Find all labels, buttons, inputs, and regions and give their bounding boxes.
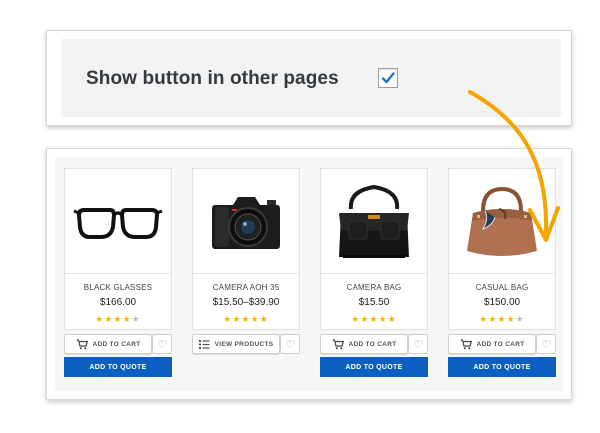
star-icon: ★ — [122, 314, 132, 324]
star-icon: ★ — [387, 314, 397, 324]
product-name[interactable]: CAMERA BAG — [321, 283, 427, 292]
product-image[interactable] — [193, 169, 299, 273]
star-icon: ★ — [259, 314, 269, 324]
add-to-quote-button[interactable]: ADD TO QUOTE — [64, 357, 172, 377]
checkmark-icon — [381, 72, 395, 84]
handbag-icon — [467, 186, 537, 256]
heart-icon: ♡ — [413, 338, 423, 351]
product-name[interactable]: CASUAL BAG — [449, 283, 555, 292]
star-empty-icon: ★ — [131, 314, 141, 324]
card-divider — [449, 273, 555, 274]
star-icon: ★ — [506, 314, 516, 324]
camera-bag-icon — [339, 184, 409, 258]
wishlist-button[interactable]: ♡ — [280, 334, 300, 354]
card-divider — [193, 273, 299, 274]
star-icon: ★ — [95, 314, 105, 324]
card-divider — [321, 273, 427, 274]
button-label: ADD TO CART — [92, 340, 141, 348]
wishlist-button[interactable]: ♡ — [408, 334, 428, 354]
add-to-cart-button[interactable]: ADD TO CART — [64, 334, 152, 354]
glasses-icon — [73, 208, 163, 239]
star-icon: ★ — [250, 314, 260, 324]
wishlist-button[interactable]: ♡ — [152, 334, 172, 354]
button-label: ADD TO CART — [476, 340, 525, 348]
star-icon: ★ — [223, 314, 233, 324]
star-icon: ★ — [351, 314, 361, 324]
list-icon — [198, 339, 210, 349]
star-icon: ★ — [479, 314, 489, 324]
product-card[interactable]: CAMERA BAG $15.50 ★★★★★ — [320, 168, 428, 330]
product-price: $166.00 — [99, 297, 137, 308]
rating-stars: ★★★★★ — [65, 314, 171, 325]
button-label: ADD TO CART — [348, 340, 397, 348]
product-image[interactable] — [65, 169, 171, 273]
rating-stars: ★★★★★ — [449, 314, 555, 325]
star-icon: ★ — [497, 314, 507, 324]
rating-stars: ★★★★★ — [321, 314, 427, 325]
heart-icon: ♡ — [285, 338, 295, 351]
product-name[interactable]: BLACK GLASSES — [65, 283, 171, 292]
camera-icon — [212, 197, 280, 249]
heart-icon: ♡ — [541, 338, 551, 351]
add-to-quote-button[interactable]: ADD TO QUOTE — [448, 357, 556, 377]
button-label: VIEW PRODUCTS — [214, 340, 274, 348]
cart-icon — [332, 338, 344, 349]
product-card[interactable]: CAMERA AOH 35 $15.50–$39.90 ★★★★★ — [192, 168, 300, 330]
product-card[interactable]: CASUAL BAG $150.00 ★★★★★ — [448, 168, 556, 330]
heart-icon: ♡ — [157, 338, 167, 351]
view-products-button[interactable]: VIEW PRODUCTS — [192, 334, 280, 354]
cart-icon — [76, 338, 88, 349]
star-icon: ★ — [241, 314, 251, 324]
setting-label: Show button in other pages — [86, 68, 339, 89]
product-price: $15.50–$39.90 — [212, 297, 280, 308]
product-card[interactable]: BLACK GLASSES $166.00 ★★★★★ — [64, 168, 172, 330]
wishlist-button[interactable]: ♡ — [536, 334, 556, 354]
rating-stars: ★★★★★ — [193, 314, 299, 325]
show-button-checkbox[interactable] — [378, 68, 398, 88]
card-divider — [65, 273, 171, 274]
star-icon: ★ — [378, 314, 388, 324]
add-to-quote-button[interactable]: ADD TO QUOTE — [320, 357, 428, 377]
product-price: $150.00 — [483, 297, 521, 308]
star-icon: ★ — [369, 314, 379, 324]
add-to-cart-button[interactable]: ADD TO CART — [448, 334, 536, 354]
product-price: $15.50 — [358, 297, 390, 308]
product-image[interactable] — [449, 169, 555, 273]
product-name[interactable]: CAMERA AOH 35 — [193, 283, 299, 292]
star-icon: ★ — [113, 314, 123, 324]
add-to-cart-button[interactable]: ADD TO CART — [320, 334, 408, 354]
star-empty-icon: ★ — [515, 314, 525, 324]
product-image[interactable] — [321, 169, 427, 273]
cart-icon — [460, 338, 472, 349]
